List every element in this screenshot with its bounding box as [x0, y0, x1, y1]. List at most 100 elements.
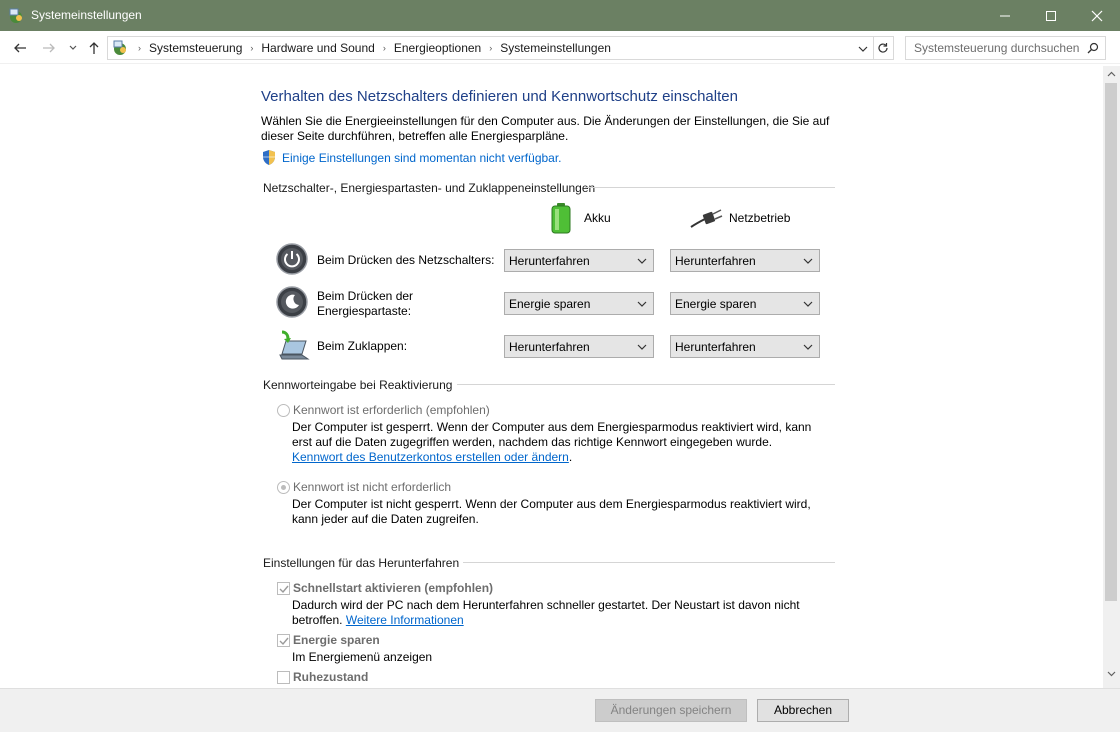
option-description: Im Energiemenü anzeigen: [292, 650, 433, 664]
section-title: Kennworteingabe bei Reaktivierung: [263, 378, 453, 392]
checkbox-label[interactable]: Schnellstart aktivieren (empfohlen): [293, 581, 493, 595]
maximize-icon: [1046, 10, 1056, 21]
section-divider: [457, 384, 835, 385]
chevron-down-icon: [637, 344, 647, 350]
scroll-down-icon[interactable]: [1107, 669, 1116, 678]
column-header-plugged: Netzbetrieb: [729, 211, 791, 225]
laptop-lid-icon: [279, 330, 310, 360]
select-value: Herunterfahren: [675, 340, 756, 354]
window-title: Systemeinstellungen: [31, 8, 142, 22]
chevron-right-icon[interactable]: ›: [489, 43, 492, 53]
select-value: Herunterfahren: [509, 254, 590, 268]
sleep-button-icon: [276, 286, 308, 318]
sleep-button-plugged-select[interactable]: Energie sparen: [670, 292, 820, 315]
intro-text: dieser Seite durchführen, betreffen alle…: [261, 129, 569, 143]
chevron-down-icon: [637, 258, 647, 264]
arrow-up-icon: [89, 42, 99, 54]
lid-plugged-select[interactable]: Herunterfahren: [670, 335, 820, 358]
unavailable-settings-link[interactable]: Einige Einstellungen sind momentan nicht…: [282, 151, 562, 165]
select-value: Herunterfahren: [675, 254, 756, 268]
search-box[interactable]: [905, 36, 1106, 60]
breadcrumb-item[interactable]: Energieoptionen: [394, 41, 481, 55]
control-panel-icon: [9, 8, 22, 23]
sleep-checkbox[interactable]: [277, 634, 290, 647]
link-line: Kennwort des Benutzerkontos erstellen od…: [292, 450, 572, 464]
minimize-icon: [1000, 15, 1010, 16]
option-description: Dadurch wird der PC nach dem Herunterfah…: [292, 598, 800, 612]
chevron-right-icon: ›: [138, 43, 141, 53]
checkmark-icon: [279, 585, 289, 594]
minimize-button[interactable]: [982, 0, 1028, 31]
refresh-icon[interactable]: [877, 42, 889, 54]
select-value: Energie sparen: [675, 297, 757, 311]
option-description: kann jeder auf die Daten zugreifen.: [292, 512, 479, 526]
link-line: betroffen. Weitere Informationen: [292, 613, 464, 627]
control-panel-icon: [113, 40, 126, 55]
power-button-plugged-select[interactable]: Herunterfahren: [670, 249, 820, 272]
link-suffix: .: [568, 450, 573, 464]
save-button[interactable]: Änderungen speichern: [595, 699, 747, 722]
column-header-battery: Akku: [584, 211, 611, 225]
recent-locations-button[interactable]: [64, 39, 82, 57]
vertical-scrollbar[interactable]: [1103, 66, 1120, 688]
title-bar: Systemeinstellungen: [0, 0, 1120, 31]
back-button[interactable]: [11, 39, 29, 57]
change-password-link[interactable]: Kennwort des Benutzerkontos erstellen od…: [292, 450, 569, 464]
chevron-right-icon[interactable]: ›: [383, 43, 386, 53]
intro-text: Wählen Sie die Energieeinstellungen für …: [261, 114, 830, 128]
scroll-up-icon[interactable]: [1107, 70, 1116, 79]
select-value: Herunterfahren: [509, 340, 590, 354]
password-required-radio[interactable]: [277, 404, 290, 417]
arrow-left-icon: [14, 43, 26, 53]
lid-battery-select[interactable]: Herunterfahren: [504, 335, 654, 358]
chevron-down-icon: [803, 258, 813, 264]
chevron-down-icon: [803, 344, 813, 350]
power-button-battery-select[interactable]: Herunterfahren: [504, 249, 654, 272]
breadcrumb-item[interactable]: Systemeinstellungen: [500, 41, 611, 55]
forward-button[interactable]: [40, 39, 58, 57]
uac-shield-icon: [263, 150, 275, 165]
row-label-sleep-button: Beim Drücken der: [317, 289, 414, 303]
section-title: Netzschalter-, Energiespartasten- und Zu…: [263, 181, 596, 195]
select-value: Energie sparen: [509, 297, 591, 311]
close-button[interactable]: [1074, 0, 1120, 31]
hibernate-checkbox[interactable]: [277, 671, 290, 684]
chevron-down-icon[interactable]: [858, 44, 868, 54]
breadcrumb[interactable]: › Systemsteuerung › Hardware und Sound ›…: [107, 36, 894, 60]
chevron-right-icon[interactable]: ›: [250, 43, 253, 53]
power-plug-icon: [690, 209, 723, 228]
chevron-down-icon: [637, 301, 647, 307]
sleep-button-battery-select[interactable]: Energie sparen: [504, 292, 654, 315]
close-icon: [1091, 10, 1103, 21]
checkbox-label[interactable]: Energie sparen: [293, 633, 380, 647]
checkbox-label[interactable]: Ruhezustand: [293, 670, 368, 684]
option-description: Der Computer ist gesperrt. Wenn der Comp…: [292, 420, 812, 434]
section-divider: [585, 187, 835, 188]
power-button-icon: [276, 243, 308, 275]
more-info-link[interactable]: Weitere Informationen: [346, 613, 464, 627]
page-title: Verhalten des Netzschalters definieren u…: [261, 88, 738, 105]
row-label-sleep-button: Energiespartaste:: [317, 304, 412, 318]
option-description: erst auf die Daten zugegriffen werden, n…: [292, 435, 773, 449]
chevron-down-icon: [69, 45, 77, 50]
up-button[interactable]: [85, 39, 103, 57]
fast-startup-checkbox[interactable]: [277, 582, 290, 595]
section-divider: [463, 562, 835, 563]
breadcrumb-item[interactable]: Systemsteuerung: [149, 41, 242, 55]
breadcrumb-item[interactable]: Hardware und Sound: [261, 41, 374, 55]
chevron-down-icon: [803, 301, 813, 307]
battery-icon: [551, 203, 571, 234]
divider: [873, 37, 874, 59]
radio-label[interactable]: Kennwort ist nicht erforderlich: [293, 480, 451, 494]
option-description: betroffen.: [292, 613, 343, 627]
row-label-power-button: Beim Drücken des Netzschalters:: [317, 253, 495, 267]
scroll-thumb[interactable]: [1105, 83, 1117, 601]
search-input[interactable]: [906, 37, 1081, 59]
search-icon[interactable]: [1087, 42, 1099, 54]
option-description: Der Computer ist nicht gesperrt. Wenn de…: [292, 497, 811, 511]
radio-label[interactable]: Kennwort ist erforderlich (empfohlen): [293, 403, 490, 417]
arrow-right-icon: [43, 43, 55, 53]
maximize-button[interactable]: [1028, 0, 1074, 31]
password-not-required-radio[interactable]: [277, 481, 290, 494]
cancel-button[interactable]: Abbrechen: [757, 699, 849, 722]
